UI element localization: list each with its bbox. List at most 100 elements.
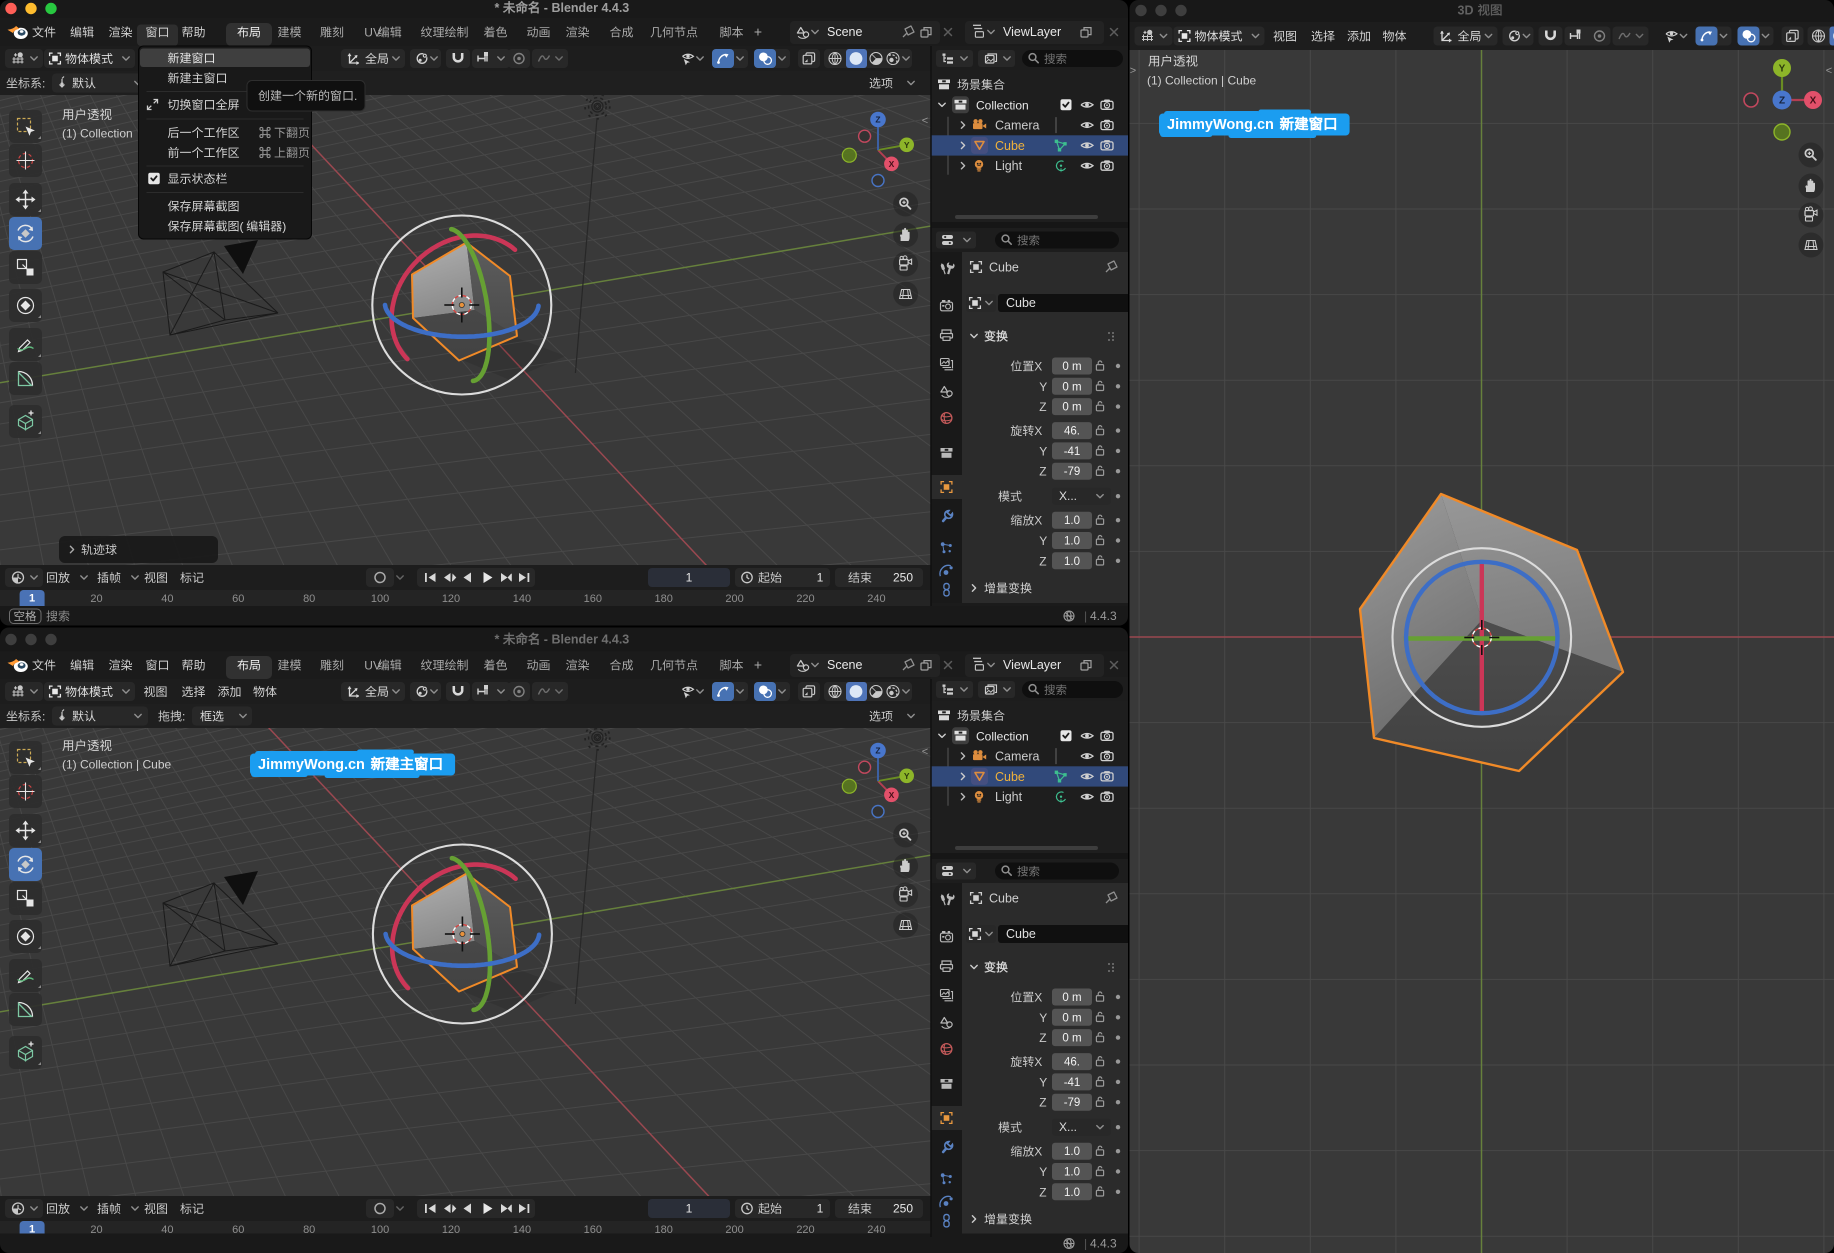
svg-text:JimmyWong.cn: JimmyWong.cn <box>1167 117 1274 133</box>
svg-text:60: 60 <box>232 593 244 605</box>
svg-text:180: 180 <box>655 593 673 605</box>
svg-text:250: 250 <box>893 1202 913 1216</box>
svg-text:0 m: 0 m <box>1062 402 1081 414</box>
svg-text:Light: Light <box>995 790 1023 804</box>
svg-text:X: X <box>1034 1145 1042 1159</box>
svg-text:Collection: Collection <box>976 98 1029 112</box>
svg-text:Y: Y <box>1039 1165 1047 1179</box>
svg-text:120: 120 <box>442 593 460 605</box>
svg-text:1.0: 1.0 <box>1064 536 1080 548</box>
svg-text:Y: Y <box>1039 380 1047 394</box>
svg-text:Y: Y <box>1039 534 1047 548</box>
svg-text:140: 140 <box>513 593 531 605</box>
svg-text:X: X <box>889 790 895 800</box>
svg-text:JimmyWong.cn: JimmyWong.cn <box>258 757 365 773</box>
svg-text:3D: 3D <box>1458 4 1474 18</box>
svg-text::: : <box>182 710 185 724</box>
svg-text:Cube: Cube <box>995 139 1025 153</box>
svg-text:46.: 46. <box>1064 1057 1080 1069</box>
svg-text:80: 80 <box>303 593 315 605</box>
svg-text:1: 1 <box>817 1202 824 1216</box>
svg-text:250: 250 <box>893 571 913 585</box>
svg-text:Z: Z <box>875 746 880 756</box>
svg-text:-79: -79 <box>1064 466 1081 478</box>
svg-text:.: . <box>354 89 357 103</box>
svg-text:Y: Y <box>904 771 910 781</box>
svg-text::: : <box>42 77 45 91</box>
svg-text:Z: Z <box>1779 96 1785 107</box>
svg-text:40: 40 <box>161 593 173 605</box>
svg-text:X: X <box>1034 424 1042 438</box>
svg-text:UV: UV <box>364 659 381 673</box>
svg-text:-79: -79 <box>1064 1097 1081 1109</box>
svg-text:Cube: Cube <box>989 892 1019 906</box>
svg-text:0 m: 0 m <box>1062 1033 1081 1045</box>
svg-text:Y: Y <box>1039 1075 1047 1089</box>
svg-text:(: ( <box>240 220 244 234</box>
svg-text:X: X <box>1034 1055 1042 1069</box>
svg-text:Scene: Scene <box>827 25 862 39</box>
svg-text:Y: Y <box>904 140 910 150</box>
svg-text:200: 200 <box>725 593 743 605</box>
svg-text:Cube: Cube <box>1006 927 1036 941</box>
svg-text:Cube: Cube <box>1006 296 1036 310</box>
svg-text:X: X <box>1034 991 1042 1005</box>
svg-text:X: X <box>889 159 895 169</box>
svg-text:Z: Z <box>1039 1096 1046 1110</box>
svg-text:ViewLayer: ViewLayer <box>1003 25 1061 39</box>
svg-text:Z: Z <box>1039 554 1046 568</box>
svg-text:<: < <box>922 115 928 127</box>
svg-text:1.0: 1.0 <box>1064 1167 1080 1179</box>
svg-text:Collection: Collection <box>976 729 1029 743</box>
svg-text:0 m: 0 m <box>1062 381 1081 393</box>
svg-text:0 m: 0 m <box>1062 1012 1081 1024</box>
svg-text:1: 1 <box>686 571 693 585</box>
svg-text:+: + <box>754 24 762 40</box>
svg-text:1: 1 <box>817 571 824 585</box>
svg-text:): ) <box>282 220 286 234</box>
svg-text:X: X <box>1034 360 1042 374</box>
svg-text:* 未命名 - Blender 4.4.3: * 未命名 - Blender 4.4.3 <box>495 0 630 15</box>
svg-text:(1) Collection | Cube: (1) Collection | Cube <box>62 758 171 772</box>
svg-text:-41: -41 <box>1064 1077 1081 1089</box>
svg-text:Y: Y <box>1779 64 1786 75</box>
svg-text:-41: -41 <box>1064 446 1081 458</box>
svg-text:20: 20 <box>90 593 102 605</box>
svg-text:4.4.3: 4.4.3 <box>1090 609 1117 623</box>
svg-text:(1) Collection: (1) Collection <box>62 127 133 141</box>
svg-text:1.0: 1.0 <box>1064 515 1080 527</box>
svg-text:Scene: Scene <box>827 658 862 672</box>
svg-text:>: > <box>1130 65 1136 77</box>
svg-text:X...: X... <box>1059 489 1077 503</box>
svg-text:<: < <box>1826 65 1832 77</box>
svg-text:Y: Y <box>1039 444 1047 458</box>
svg-text:|: | <box>1084 609 1087 623</box>
svg-text:Z: Z <box>1039 465 1046 479</box>
svg-text:X: X <box>1034 514 1042 528</box>
svg-text:Z: Z <box>1039 400 1046 414</box>
svg-text:Z: Z <box>875 115 880 125</box>
svg-text:4.4.3: 4.4.3 <box>1090 1237 1117 1251</box>
svg-text:Cube: Cube <box>989 261 1019 275</box>
svg-text:Camera: Camera <box>995 750 1040 764</box>
svg-text:0 m: 0 m <box>1062 992 1081 1004</box>
svg-text:+: + <box>754 657 762 673</box>
svg-text:46.: 46. <box>1064 426 1080 438</box>
svg-text:<: < <box>922 746 928 758</box>
svg-text:1.0: 1.0 <box>1064 556 1080 568</box>
svg-text:X...: X... <box>1059 1120 1077 1134</box>
svg-text::: : <box>42 710 45 724</box>
svg-text:1: 1 <box>29 593 35 605</box>
svg-text:0 m: 0 m <box>1062 361 1081 373</box>
svg-text:Light: Light <box>995 159 1023 173</box>
svg-text:160: 160 <box>584 593 602 605</box>
svg-text:220: 220 <box>796 593 814 605</box>
svg-text:Z: Z <box>1039 1185 1046 1199</box>
svg-text:|: | <box>1084 1237 1087 1251</box>
svg-text:Y: Y <box>1039 1011 1047 1025</box>
svg-text:UV: UV <box>364 26 381 40</box>
svg-text:Z: Z <box>1039 1031 1046 1045</box>
svg-text:100: 100 <box>371 593 389 605</box>
svg-text:240: 240 <box>867 593 885 605</box>
svg-text:1.0: 1.0 <box>1064 1187 1080 1199</box>
